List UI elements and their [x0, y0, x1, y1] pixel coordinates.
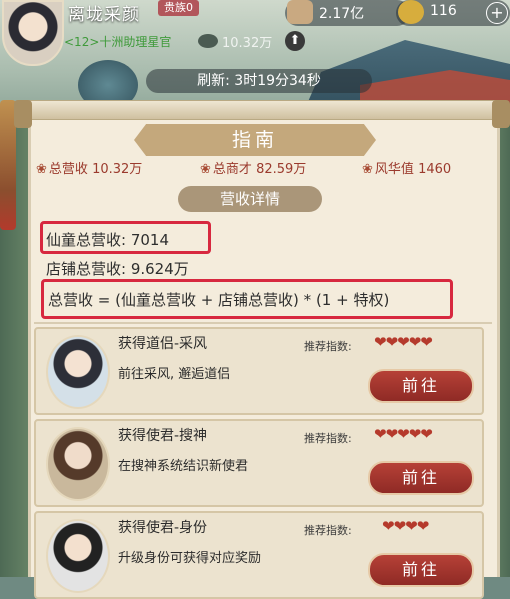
add-currency-icon[interactable]: +	[486, 2, 508, 24]
go-button[interactable]: 前往	[368, 553, 474, 587]
guide-title: 获得使君-身份	[118, 520, 208, 536]
heart-rating-icon: ❤❤❤❤❤	[374, 333, 433, 351]
refresh-timer: 刷新: 3时19分34秒	[146, 69, 372, 93]
talent-value: 10.32万	[222, 36, 273, 51]
currency-gold: 116 +	[396, 0, 510, 26]
guide-title: 获得使君-搜神	[118, 428, 208, 444]
recommend-label: 推荐指数:	[304, 340, 352, 353]
player-name: 离垅采颜	[68, 5, 140, 25]
go-button[interactable]: 前往	[368, 369, 474, 403]
guide-description: 升级身份可获得对应奖励	[118, 551, 262, 566]
character-portrait	[46, 519, 110, 593]
guide-title: 获得道侣-采风	[118, 336, 208, 352]
divider	[34, 322, 492, 324]
guide-card: 获得道侣-采风 前往采风, 邂逅道侣 推荐指数: ❤❤❤❤❤ 前往	[34, 327, 484, 415]
highlight-box	[40, 221, 211, 254]
recommend-label: 推荐指数:	[304, 432, 352, 445]
heart-rating-icon: ❤❤❤❤	[382, 517, 429, 535]
stat-total-talent: ❀ 总商才 82.59万	[200, 158, 306, 177]
currency-value: 2.17亿	[319, 6, 365, 22]
stat-value: 82.59万	[256, 162, 307, 177]
recommend-label: 推荐指数:	[304, 524, 352, 537]
gold-ingot-icon	[398, 0, 424, 24]
stat-value: 1460	[418, 162, 452, 177]
character-portrait	[46, 335, 110, 409]
player-avatar[interactable]	[2, 0, 64, 66]
upgrade-arrow-icon[interactable]: ⬆	[285, 31, 305, 51]
lotus-icon: ❀	[200, 162, 211, 177]
stat-label: 总营收	[48, 162, 88, 177]
stat-total-revenue: ❀ 总营收 10.32万	[36, 158, 142, 177]
scroll-coin-icon	[287, 0, 313, 24]
stat-elegance: ❀ 风华值 1460	[362, 158, 451, 177]
scroll-rod	[22, 100, 510, 120]
rank-badge[interactable]: 贵族0	[158, 0, 199, 16]
top-bar: 离垅采颜 贵族0 <12>十洲助理星官 10.32万 ⬆ 2.17亿 116 +	[0, 0, 510, 66]
highlight-box	[41, 279, 453, 319]
section-title: 营收详情	[178, 186, 322, 212]
stat-label: 总商才	[212, 162, 252, 177]
panel-title: 指南	[134, 124, 376, 156]
player-title: <12>十洲助理星官	[64, 35, 172, 49]
go-button[interactable]: 前往	[368, 461, 474, 495]
lotus-icon: ❀	[36, 162, 47, 177]
talent-icon	[198, 34, 218, 48]
guide-description: 前往采风, 邂逅道侣	[118, 367, 231, 382]
heart-rating-icon: ❤❤❤❤❤	[374, 425, 433, 443]
shop-revenue: 店铺总营收: 9.624万	[46, 260, 189, 278]
rod-end-left	[14, 100, 32, 128]
guide-description: 在搜神系统结识新使君	[118, 459, 249, 474]
lotus-icon: ❀	[362, 162, 373, 177]
currency-value: 116	[430, 3, 457, 19]
stat-label: 风华值	[374, 162, 414, 177]
guide-card: 获得使君-身份 升级身份可获得对应奖励 推荐指数: ❤❤❤❤ 前往	[34, 511, 484, 599]
rod-end-right	[492, 100, 510, 128]
character-portrait	[46, 427, 110, 501]
currency-scroll: 2.17亿	[285, 0, 410, 26]
stat-value: 10.32万	[92, 162, 143, 177]
guide-card: 获得使君-搜神 在搜神系统结识新使君 推荐指数: ❤❤❤❤❤ 前往	[34, 419, 484, 507]
